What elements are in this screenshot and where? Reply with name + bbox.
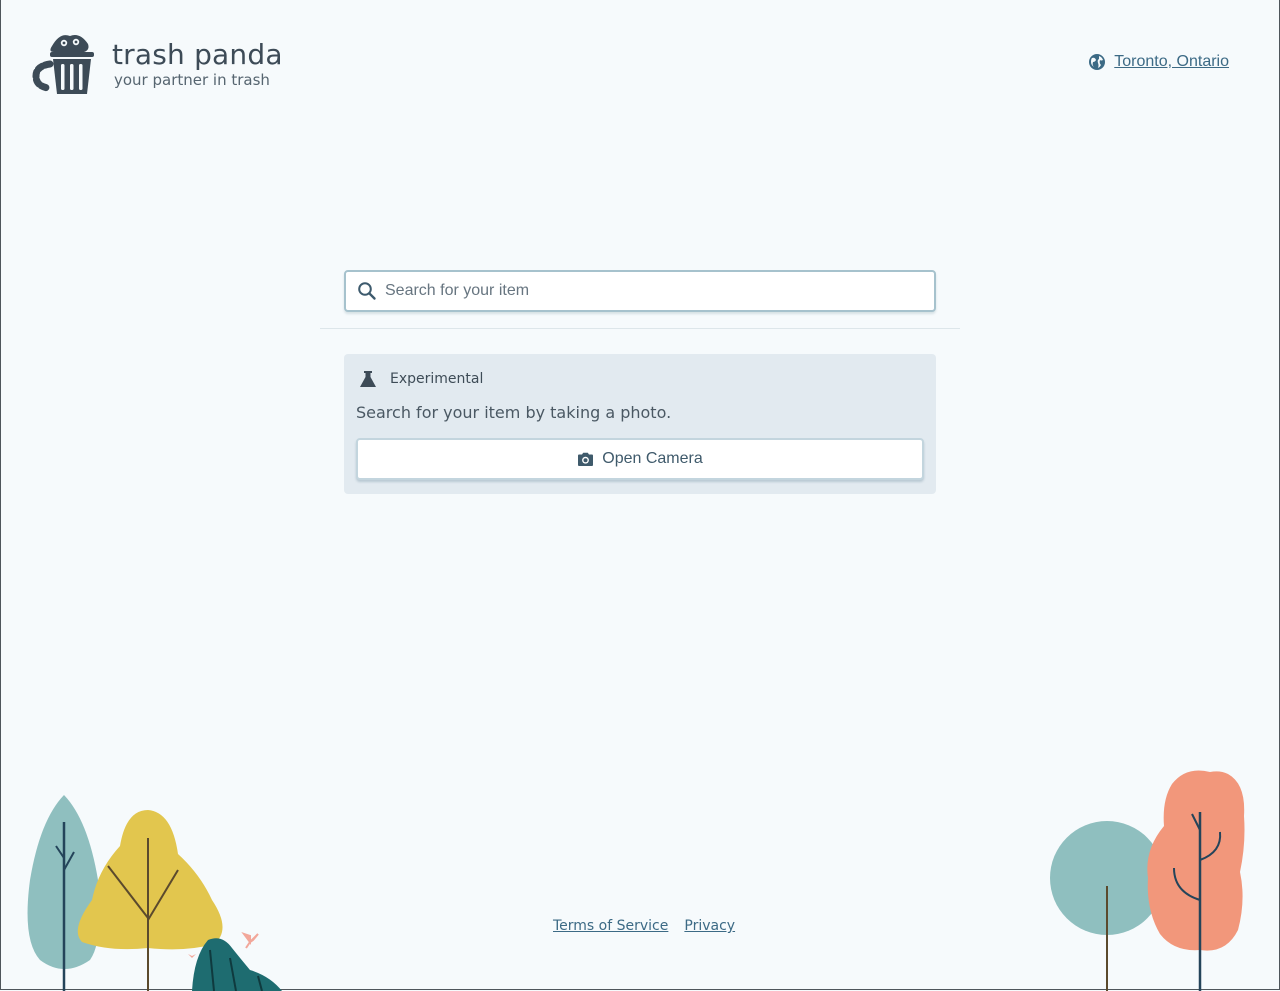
open-camera-button[interactable]: Open Camera bbox=[356, 438, 924, 480]
search-input[interactable] bbox=[383, 281, 927, 301]
experimental-card: Experimental Search for your item by tak… bbox=[344, 354, 936, 494]
experimental-header: Experimental bbox=[358, 369, 483, 389]
decorative-trees-left bbox=[27, 795, 282, 991]
tree-teal-left bbox=[27, 795, 100, 991]
brand-logo-link[interactable]: trash panda your partner in trash bbox=[30, 30, 290, 98]
brand-tagline: your partner in trash bbox=[114, 70, 270, 89]
privacy-link[interactable]: Privacy bbox=[684, 918, 735, 934]
camera-icon bbox=[578, 452, 594, 466]
decorative-trees-right bbox=[1050, 770, 1245, 991]
location-label: Toronto, Ontario bbox=[1114, 53, 1229, 70]
search-box[interactable] bbox=[344, 270, 936, 312]
bush-dark-teal bbox=[192, 938, 282, 991]
brand-title: trash panda bbox=[112, 37, 283, 71]
experimental-description: Search for your item by taking a photo. bbox=[356, 403, 672, 422]
terms-of-service-link[interactable]: Terms of Service bbox=[553, 918, 668, 934]
footer-links: Terms of Service Privacy bbox=[553, 918, 735, 934]
tree-salmon bbox=[1147, 770, 1245, 991]
open-camera-label: Open Camera bbox=[602, 450, 703, 467]
flask-icon bbox=[360, 371, 376, 387]
raccoon-trash-can-icon bbox=[32, 35, 94, 94]
globe-icon bbox=[1089, 54, 1106, 70]
location-link[interactable]: Toronto, Ontario bbox=[1088, 53, 1229, 71]
experimental-title: Experimental bbox=[390, 371, 484, 387]
tree-round-teal bbox=[1050, 821, 1164, 991]
search-icon bbox=[358, 282, 376, 300]
section-divider bbox=[320, 328, 960, 329]
